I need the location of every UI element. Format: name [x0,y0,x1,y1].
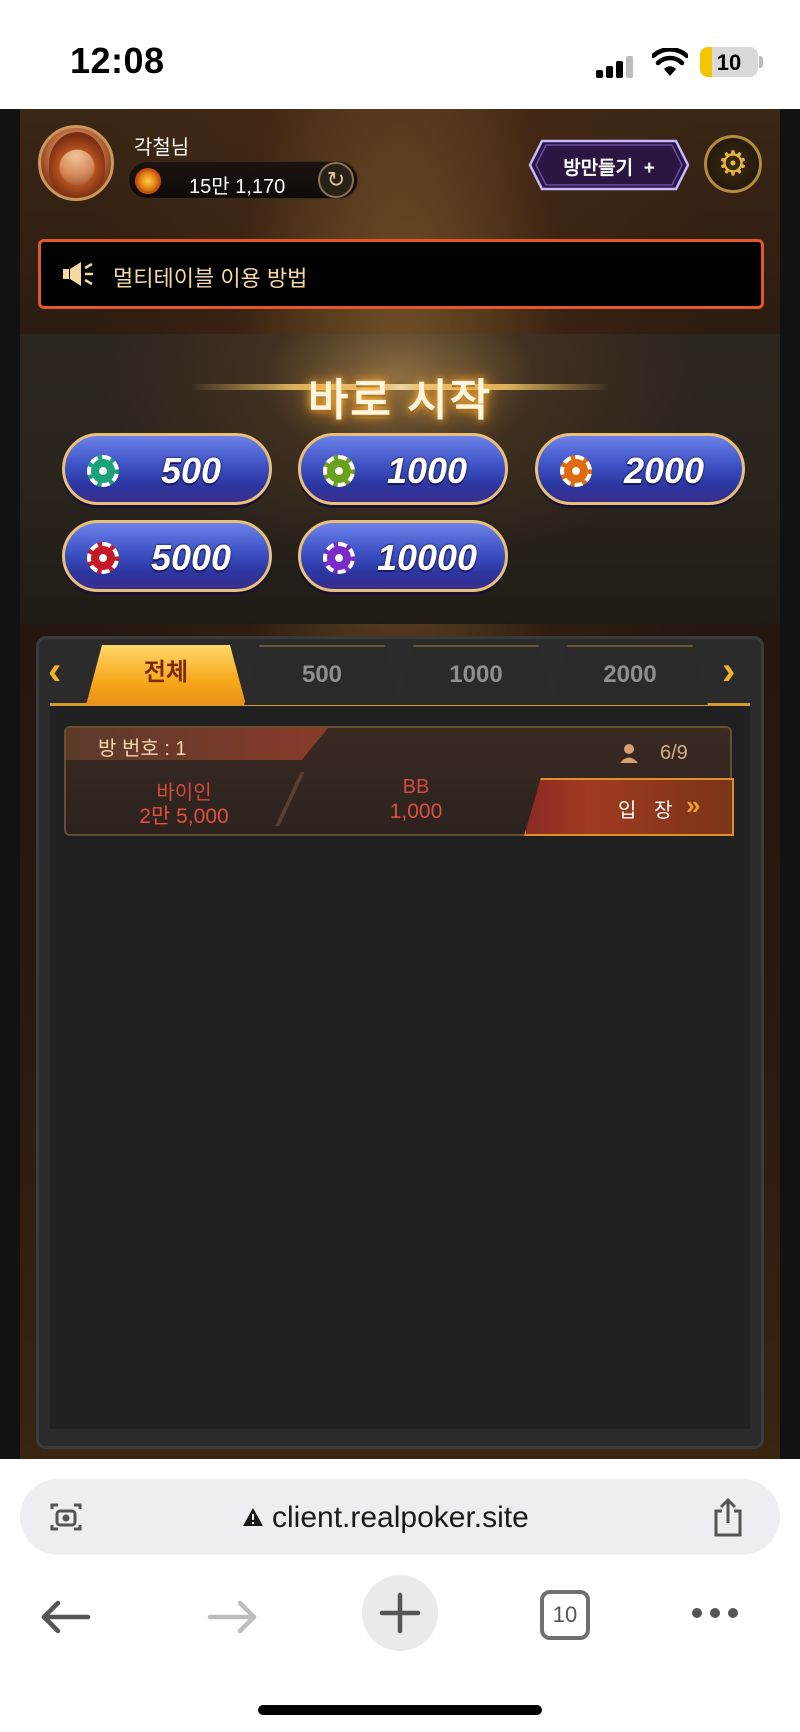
room-number: 방 번호 : 1 [98,738,187,760]
cellular-signal-icon [596,56,636,78]
enter-room-button[interactable]: 입 장 » [524,778,734,836]
refresh-icon[interactable]: ↻ [318,162,354,198]
tab-1000[interactable]: 1000 [398,645,554,705]
plus-icon: + [643,158,655,179]
stake-button-500[interactable]: 500 [62,433,272,505]
stake-value: 1000 [386,450,468,491]
make-room-button[interactable]: 방만들기 + [528,139,690,191]
chevron-right-icon[interactable]: › [722,649,735,694]
stake-button-1000[interactable]: 1000 [298,433,508,505]
address-bar[interactable]: client.realpoker.site [20,1479,780,1555]
chip-icon [323,542,355,574]
chip-icon [560,455,592,487]
chevron-left-icon[interactable]: ‹ [48,649,61,694]
right-border [780,109,800,1459]
player-count: 6/9 [660,742,688,764]
notice-text: 멀티테이블 이용 방법 [113,266,308,291]
chip-icon [87,542,119,574]
tabs-button[interactable]: 10 [540,1590,590,1640]
plus-icon [379,1592,421,1634]
warning-icon [243,1508,263,1526]
home-indicator [258,1705,542,1715]
tab-500[interactable]: 500 [244,645,400,705]
divider [275,772,305,826]
enter-label: 입 장 [618,800,679,822]
stake-value: 2000 [623,450,705,491]
game-screen: 각철님 15만 1,170 ↻ 방만들기 + ⚙ 멀티테이블 이용 방법 바로 … [0,109,800,1459]
room-card: 방 번호 : 1 6/9 바이인 2만 5,000 BB 1,000 입 장 » [64,726,734,836]
chip-icon [87,455,119,487]
page-menu-icon[interactable] [48,1499,84,1535]
more-icon[interactable] [690,1603,740,1623]
status-bar: 12:08 10 [0,0,800,109]
battery-tip [759,56,763,68]
battery-level: 10 [716,50,742,75]
left-border [0,109,20,1459]
status-time: 12:08 [70,40,165,81]
settings-button[interactable]: ⚙ [704,135,762,193]
bb-label: BB [402,776,430,798]
make-room-label: 방만들기 [563,158,634,179]
stake-button-10000[interactable]: 10000 [298,520,508,592]
tab-2000[interactable]: 2000 [552,645,708,705]
coin-icon [135,168,161,194]
quick-start-title: 바로 시작 [307,376,493,425]
notice-banner[interactable]: 멀티테이블 이용 방법 [38,239,764,309]
battery-icon: 10 [700,47,758,77]
chip-icon [323,455,355,487]
megaphone-icon [63,262,93,286]
bb-value: 1,000 [389,800,443,823]
user-name: 각철님 [134,137,190,159]
avatar[interactable] [38,125,114,201]
double-chevron-right-icon: » [686,790,701,820]
forward-arrow-icon[interactable] [206,1599,258,1635]
buyin-value: 2만 5,000 [139,805,229,828]
wifi-icon [652,48,688,76]
new-tab-button[interactable] [362,1575,438,1651]
tab-all[interactable]: 전체 [86,645,246,705]
user-icon [620,744,638,763]
stake-value: 500 [160,450,222,491]
url-text: client.realpoker.site [272,1501,529,1534]
stake-button-2000[interactable]: 2000 [535,433,745,505]
stake-value: 10000 [376,537,478,578]
money-amount: 15만 1,170 [189,176,286,198]
share-icon[interactable] [710,1497,746,1539]
gear-icon: ⚙ [717,145,749,183]
stake-value: 5000 [150,537,232,578]
browser-toolbar: client.realpoker.site 10 [0,1459,800,1732]
back-arrow-icon[interactable] [40,1599,92,1635]
stake-button-5000[interactable]: 5000 [62,520,272,592]
